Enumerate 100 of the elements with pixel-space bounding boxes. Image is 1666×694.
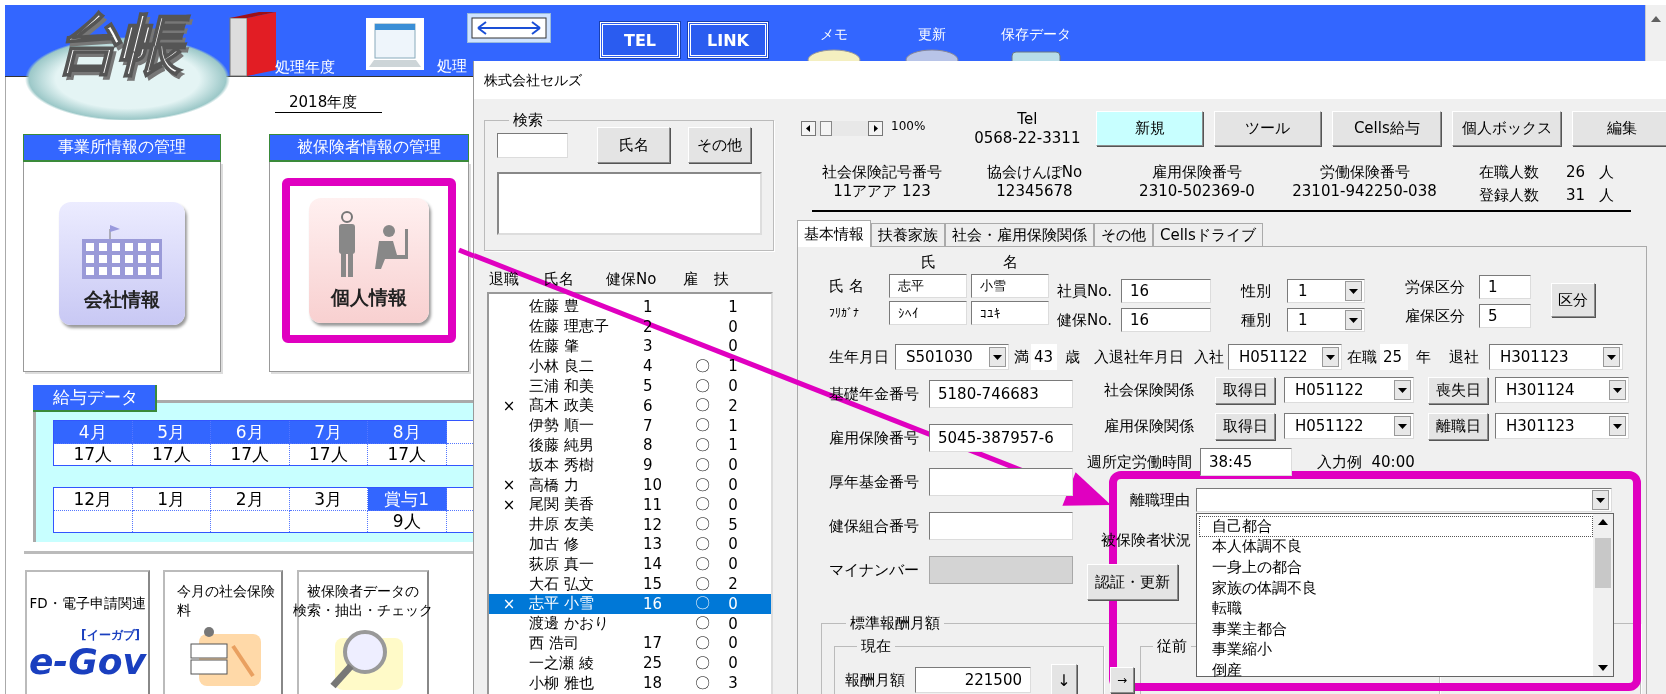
- date-dropdown[interactable]: H301124: [1495, 377, 1629, 403]
- egov-logo: e-Gov: [28, 643, 147, 680]
- dropdown-option[interactable]: 一身上の都合: [1199, 557, 1593, 578]
- text-field[interactable]: 5180-746683: [929, 380, 1073, 408]
- dropdown-option[interactable]: 倒産: [1199, 660, 1593, 681]
- next-button[interactable]: →: [1110, 667, 1134, 693]
- tab[interactable]: その他: [1094, 223, 1153, 246]
- list-row[interactable]: 小林 良二 4 〇 1: [489, 356, 771, 377]
- tab[interactable]: 扶養家族: [871, 223, 945, 246]
- link-button[interactable]: LINK: [688, 22, 768, 58]
- search-button[interactable]: 氏名: [597, 127, 670, 163]
- list-cell-text: 〇: [693, 673, 711, 693]
- dropdown-option[interactable]: 自己都合: [1199, 516, 1593, 537]
- list-cell-text: 一之瀬 綾: [529, 653, 595, 673]
- date-dropdown[interactable]: H301123: [1495, 413, 1629, 439]
- dropdown-option[interactable]: 転職: [1199, 598, 1593, 619]
- action-button[interactable]: 編集: [1572, 111, 1666, 146]
- list-row[interactable]: 一之瀬 綾 25 〇 0: [489, 653, 771, 674]
- class-field[interactable]: 1: [1479, 275, 1531, 299]
- list-row[interactable]: 佐藤 肇 3 0: [489, 336, 771, 357]
- category-dropdown[interactable]: 1: [1287, 279, 1365, 303]
- name-field[interactable]: 小雪: [971, 274, 1049, 298]
- date-dropdown[interactable]: S501030: [895, 344, 1009, 370]
- action-button[interactable]: ツール: [1214, 111, 1322, 146]
- dropdown-option[interactable]: 家族の体調不良: [1199, 577, 1593, 599]
- result-box[interactable]: [497, 172, 762, 235]
- menu-tile[interactable]: FD・電子申請関連 [イーガブ] e-Gov: [25, 570, 150, 694]
- kana-field[interactable]: ｺﾕｷ: [971, 301, 1049, 325]
- class-button[interactable]: 区分: [1551, 283, 1595, 317]
- list-row[interactable]: 佐藤 豊 1 1: [489, 297, 771, 317]
- text-field[interactable]: [929, 468, 1073, 496]
- list-row[interactable]: × 志平 小雪 16 〇 0: [489, 593, 771, 614]
- hours-field[interactable]: 38:45: [1200, 448, 1292, 476]
- amount-field[interactable]: 221500: [915, 667, 1031, 693]
- list-row[interactable]: 後藤 純男 8 〇 1: [489, 435, 771, 456]
- list-row[interactable]: 西 浩司 17 〇 0: [489, 633, 771, 654]
- tab[interactable]: Cellsドライブ: [1153, 223, 1263, 246]
- list-row[interactable]: × 高橋 力 10 〇 0: [489, 475, 771, 495]
- category-dropdown[interactable]: 1: [1287, 308, 1365, 332]
- list-row[interactable]: × 尾関 美香 11 〇 0: [489, 494, 771, 515]
- list-cell-text: 〇: [693, 455, 711, 475]
- list-row[interactable]: 大石 弘文 15 〇 2: [489, 574, 771, 594]
- name-field[interactable]: 志平: [889, 274, 967, 298]
- list-row[interactable]: 伊勢 順一 7 〇 1: [489, 415, 771, 436]
- list-row[interactable]: 小柳 雅也 18 〇 3: [489, 673, 771, 693]
- list-cell-text: 〇: [693, 475, 711, 495]
- link-button[interactable]: TEL: [600, 22, 680, 58]
- action-button[interactable]: Cells給与: [1332, 111, 1442, 146]
- list-row[interactable]: 荻原 真一 14 〇 0: [489, 554, 771, 575]
- list-cell-text: 〇: [693, 396, 711, 416]
- text-field[interactable]: 5045-387957-6: [929, 424, 1073, 452]
- list-row[interactable]: 三浦 和美 5 〇 0: [489, 376, 771, 396]
- search-field[interactable]: [497, 132, 568, 158]
- action-button[interactable]: 新規: [1096, 111, 1204, 146]
- list-cell-text: 0: [727, 317, 739, 336]
- list-row[interactable]: 渡邊 かおり 〇 0: [489, 613, 771, 634]
- tenure-field[interactable]: 25: [1380, 344, 1408, 370]
- date-button[interactable]: 取得日: [1215, 376, 1275, 404]
- date-button[interactable]: 取得日: [1215, 412, 1275, 440]
- tab[interactable]: 社会・雇用保険関係: [945, 223, 1094, 246]
- dropdown-option[interactable]: 本人体調不良: [1199, 536, 1593, 558]
- list-scrollbar[interactable]: [1593, 514, 1613, 676]
- list-row[interactable]: × 髙木 政美 6 〇 2: [489, 396, 771, 416]
- list-cell-text: 14: [642, 555, 664, 574]
- personal-info-button[interactable]: 個人情報: [309, 198, 429, 323]
- list-row[interactable]: 坂本 秀樹 9 〇 0: [489, 455, 771, 476]
- search-button[interactable]: その他: [688, 127, 751, 163]
- class-field[interactable]: 5: [1479, 304, 1531, 328]
- list-cell-text: 佐藤 豊: [529, 297, 580, 317]
- summary-label: 雇用保険番号: [1152, 163, 1242, 182]
- company-info-button[interactable]: 会社情報: [59, 202, 185, 325]
- scroll-thumb[interactable]: [820, 121, 832, 136]
- number-field[interactable]: 16: [1121, 279, 1211, 303]
- reason-dropdown[interactable]: [1196, 488, 1612, 512]
- scrollbar[interactable]: [1645, 5, 1666, 61]
- menu-tile[interactable]: 今月の社会保険 料: [163, 570, 283, 694]
- zoom-scrollbar[interactable]: [801, 121, 883, 136]
- column-header: 退職: [489, 269, 519, 289]
- list-cell-text: 後藤 純男: [529, 435, 595, 455]
- employee-list[interactable]: [487, 292, 773, 694]
- date-dropdown[interactable]: H051122: [1228, 344, 1342, 370]
- tab[interactable]: 基本情報: [797, 220, 871, 247]
- down-button[interactable]: ↓: [1051, 664, 1077, 694]
- list-row[interactable]: 加古 修 13 〇 0: [489, 534, 771, 555]
- number-field[interactable]: 16: [1121, 308, 1211, 332]
- dropdown-option[interactable]: 事業縮小: [1199, 639, 1593, 661]
- kana-field[interactable]: ｼﾍｲ: [889, 301, 967, 325]
- scroll-thumb[interactable]: [1595, 538, 1611, 588]
- date-button[interactable]: 離職日: [1428, 412, 1488, 440]
- list-row[interactable]: 井原 友美 12 〇 5: [489, 514, 771, 535]
- date-button[interactable]: 喪失日: [1428, 376, 1488, 404]
- action-button[interactable]: 個人ボックス: [1452, 111, 1562, 146]
- date-dropdown[interactable]: H051122: [1284, 413, 1414, 439]
- logo-reading: [イーガブ]: [81, 626, 141, 644]
- date-dropdown[interactable]: H301123: [1489, 344, 1623, 370]
- dropdown-option[interactable]: 事業主都合: [1199, 618, 1593, 640]
- text-field[interactable]: [929, 512, 1073, 540]
- verify-button[interactable]: 認証・更新: [1087, 564, 1178, 600]
- date-dropdown[interactable]: H051122: [1284, 377, 1414, 403]
- age-field[interactable]: 43: [1031, 344, 1057, 370]
